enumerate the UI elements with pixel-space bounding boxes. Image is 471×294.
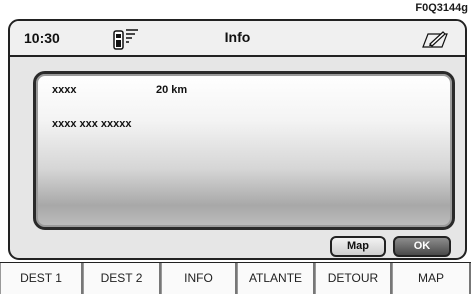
softkey-info[interactable]: INFO	[161, 263, 237, 294]
pen-edit-icon[interactable]	[421, 27, 449, 49]
destination-name: xxxx	[52, 84, 77, 96]
ok-button[interactable]: OK	[393, 236, 451, 257]
display-screen: 10:30 Info xxxx 20 km xxxx xxx xxxxx Map…	[8, 19, 467, 260]
destination-address: xxxx xxx xxxxx	[52, 118, 132, 130]
figure-code: F0Q3144g	[415, 2, 468, 14]
top-bar: 10:30 Info	[10, 21, 465, 57]
softkey-dest2[interactable]: DEST 2	[83, 263, 161, 294]
page-title: Info	[224, 29, 251, 45]
map-button[interactable]: Map	[330, 236, 386, 257]
softkey-detour[interactable]: DETOUR	[315, 263, 392, 294]
softkey-map[interactable]: MAP	[392, 263, 471, 294]
softkey-bar: DEST 1 DEST 2 INFO ATLANTE DETOUR MAP	[0, 262, 471, 294]
softkey-atlante[interactable]: ATLANTE	[237, 263, 315, 294]
info-panel: xxxx 20 km xxxx xxx xxxxx	[33, 71, 455, 230]
softkey-dest1[interactable]: DEST 1	[0, 263, 83, 294]
destination-distance: 20 km	[156, 84, 188, 96]
